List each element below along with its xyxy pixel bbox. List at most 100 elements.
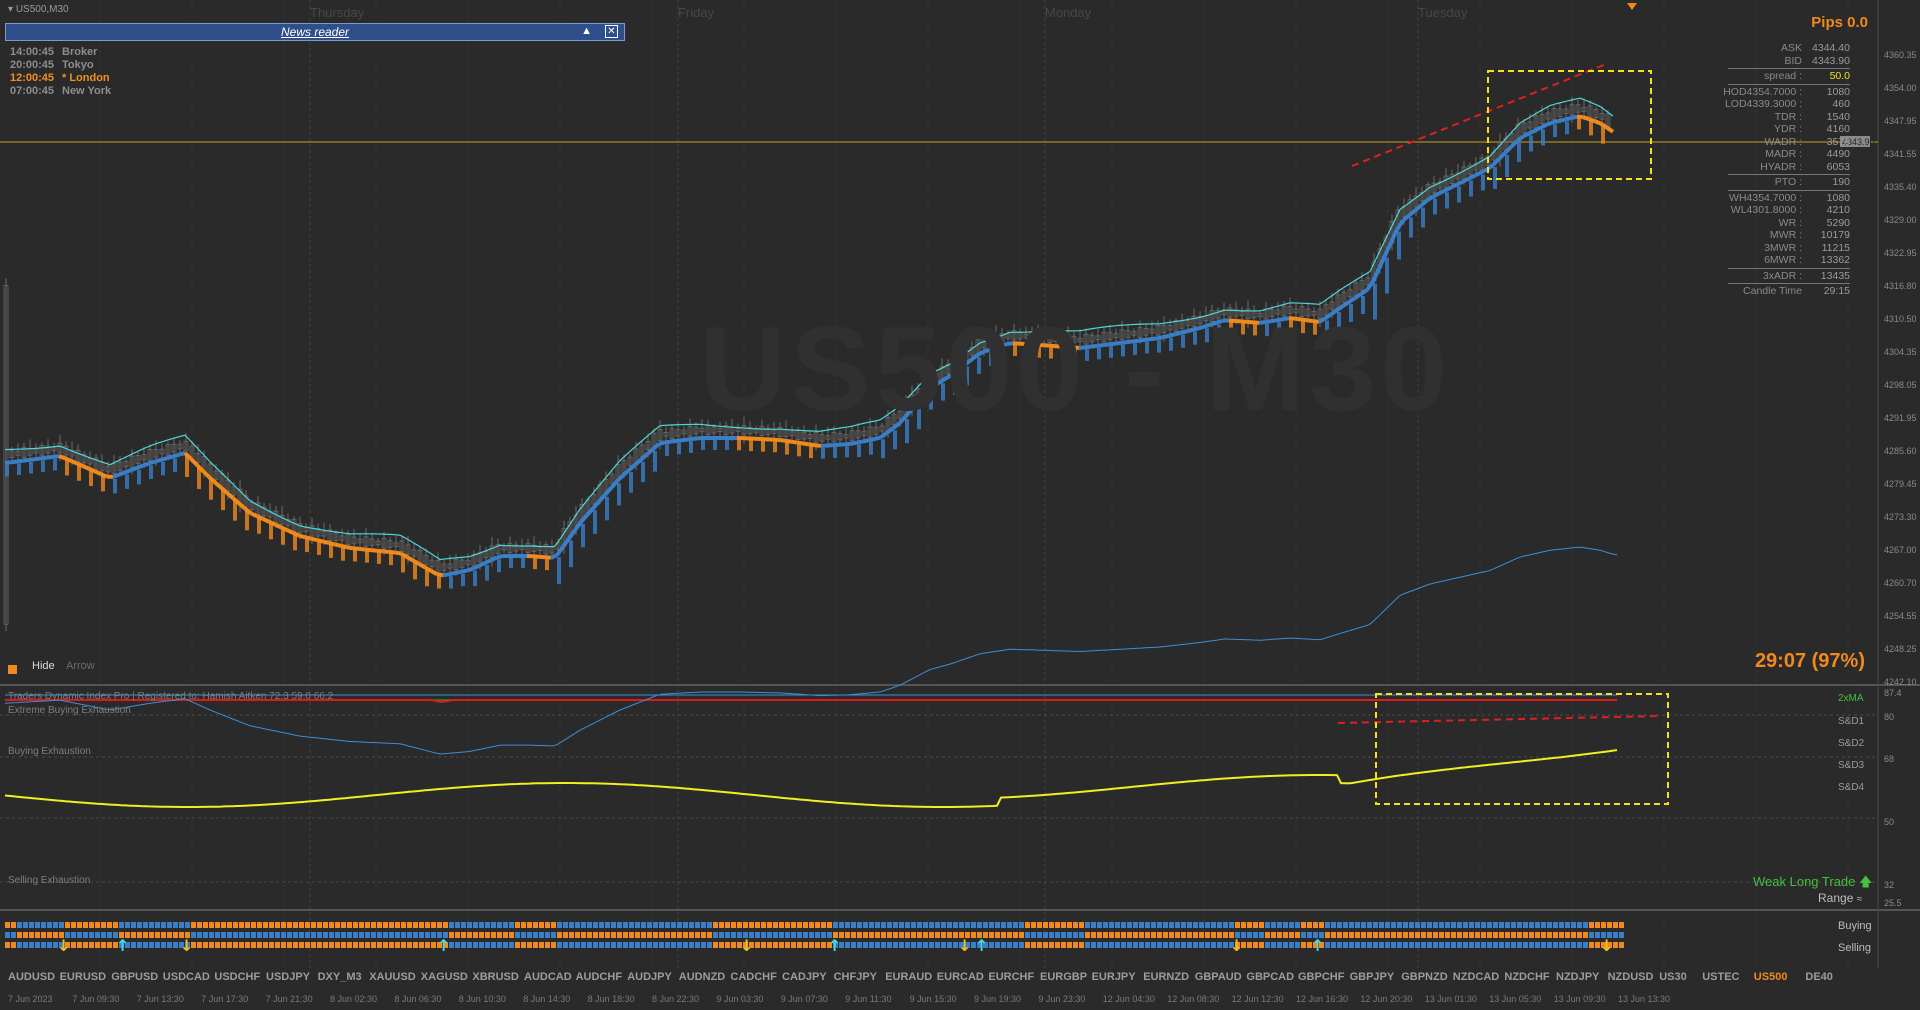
strength-cell — [251, 932, 256, 938]
trendline-price[interactable] — [1351, 63, 1607, 167]
strength-cell — [449, 922, 454, 928]
symbol-tab[interactable]: EURUSD — [60, 971, 106, 983]
slow-ma-segment — [352, 546, 360, 551]
panel-row: LOD4339.3000 : 460 — [1725, 98, 1850, 111]
symbol-tab[interactable]: GBPCHF — [1298, 971, 1344, 983]
ma-histogram-bar — [197, 467, 201, 489]
close-icon[interactable]: ✕ — [605, 25, 618, 38]
strength-cell — [383, 942, 388, 948]
strength-cell — [1055, 932, 1060, 938]
strength-cell — [359, 942, 364, 948]
panel-key: spread : — [1764, 70, 1802, 82]
symbol-tab[interactable]: AUDCHF — [576, 971, 622, 983]
strength-cell — [1091, 932, 1096, 938]
symbol-tab[interactable]: USDCHF — [214, 971, 260, 983]
symbol-tab[interactable]: AUDJPY — [627, 971, 672, 983]
strength-cell — [941, 932, 946, 938]
strength-cell — [323, 932, 328, 938]
strength-cell — [1199, 932, 1204, 938]
symbol-tab[interactable]: XAUUSD — [369, 971, 415, 983]
strength-cell — [617, 932, 622, 938]
symbol-tab[interactable]: CHFJPY — [834, 971, 877, 983]
symbol-tab[interactable]: GBPJPY — [1350, 971, 1395, 983]
symbol-tab[interactable]: US30 — [1659, 971, 1687, 983]
symbol-tab[interactable]: CADCHF — [730, 971, 776, 983]
symbol-tab[interactable]: EURJPY — [1092, 971, 1136, 983]
strength-cell — [407, 942, 412, 948]
slow-ma-segment — [802, 441, 810, 447]
symbol-tab[interactable]: GBPNZD — [1401, 971, 1447, 983]
strength-cell — [575, 932, 580, 938]
buy-arrow-icon: ↑ — [1311, 936, 1324, 955]
shift-marker-icon[interactable] — [1627, 3, 1637, 10]
symbol-tab[interactable]: GBPAUD — [1195, 971, 1242, 983]
arrow-button[interactable]: Arrow — [66, 660, 95, 672]
strength-cell — [1601, 922, 1606, 928]
strength-cell — [1151, 932, 1156, 938]
news-reader-title[interactable]: News reader — [281, 25, 349, 39]
slow-ma-segment — [94, 469, 102, 476]
strength-cell — [659, 922, 664, 928]
time-tick: 7 Jun 09:30 — [72, 994, 120, 1004]
strength-cell — [23, 942, 28, 948]
strength-cell — [35, 942, 40, 948]
symbol-tab[interactable]: EURGBP — [1040, 971, 1087, 983]
symbol-tab[interactable]: GBPCAD — [1246, 971, 1294, 983]
symbol-tab[interactable]: DE40 — [1805, 971, 1833, 983]
strength-cell — [491, 922, 496, 928]
highlight-box-tdi[interactable] — [1375, 693, 1669, 805]
panel-value: 5290 — [1826, 216, 1850, 229]
strength-cell — [149, 922, 154, 928]
news-reader-bar[interactable]: News reader ▲ ✕ — [5, 23, 625, 41]
session-time: 12:00:45 — [10, 72, 55, 84]
price-tick: 4260.70 — [1884, 578, 1917, 588]
hide-button[interactable]: Hide — [32, 660, 55, 672]
symbol-tab[interactable]: NZDCHF — [1504, 971, 1549, 983]
symbol-tab[interactable]: EURCAD — [937, 971, 984, 983]
strength-cell — [173, 942, 178, 948]
trendline-tdi[interactable] — [1337, 715, 1661, 724]
chart-title-arrow-icon[interactable]: ▾ — [8, 4, 13, 15]
strength-cell — [689, 942, 694, 948]
symbol-tab[interactable]: XAGUSD — [421, 971, 468, 983]
symbol-tab[interactable]: DXY_M3 — [318, 971, 362, 983]
symbol-tab[interactable]: AUDCAD — [524, 971, 572, 983]
strength-cell — [593, 932, 598, 938]
symbol-tab[interactable]: US500 — [1754, 971, 1788, 983]
hide-toggle-box[interactable] — [8, 665, 17, 674]
strength-cell — [677, 932, 682, 938]
strength-cell — [1247, 932, 1252, 938]
symbol-tab[interactable]: EURAUD — [885, 971, 932, 983]
symbol-tab[interactable]: CADJPY — [782, 971, 827, 983]
strength-cell — [701, 932, 706, 938]
symbol-tab[interactable]: USDJPY — [266, 971, 310, 983]
slow-ma-segment — [376, 548, 384, 554]
strength-cell — [1331, 932, 1336, 938]
symbol-tab[interactable]: EURNZD — [1143, 971, 1189, 983]
collapse-icon[interactable]: ▲ — [581, 25, 592, 37]
panel-key: MADR : — [1765, 148, 1802, 160]
symbol-tab[interactable]: AUDNZD — [679, 971, 725, 983]
chart-canvas[interactable]: ↓ ↑ ↓ ↑ ↓ ↑ ↓ ↑ ↓ ↑ ↓ 4343.90 — [0, 0, 1920, 1010]
strength-cell — [203, 942, 208, 948]
panel-value: 1080 — [1826, 191, 1850, 204]
tdi-sd1-label: S&D1 — [1838, 716, 1865, 727]
strength-cell — [137, 922, 142, 928]
symbol-tab[interactable]: USDCAD — [163, 971, 210, 983]
highlight-box-price[interactable] — [1487, 70, 1652, 180]
symbol-tab[interactable]: XBRUSD — [472, 971, 518, 983]
strength-cell — [971, 922, 976, 928]
strength-cell — [1607, 922, 1612, 928]
symbol-tab[interactable]: NZDCAD — [1453, 971, 1499, 983]
symbol-watermark: US500 - M30 — [700, 302, 1451, 436]
symbol-tab[interactable]: NZDJPY — [1556, 971, 1599, 983]
strength-cell — [323, 922, 328, 928]
strength-cell — [1325, 932, 1330, 938]
symbol-tab[interactable]: NZDUSD — [1608, 971, 1654, 983]
symbol-tab[interactable]: EURCHF — [988, 971, 1034, 983]
symbol-tab[interactable]: AUDUSD — [8, 971, 55, 983]
strength-cell — [617, 942, 622, 948]
symbol-tab[interactable]: USTEC — [1702, 971, 1739, 983]
strength-cell — [695, 932, 700, 938]
symbol-tab[interactable]: GBPUSD — [111, 971, 158, 983]
